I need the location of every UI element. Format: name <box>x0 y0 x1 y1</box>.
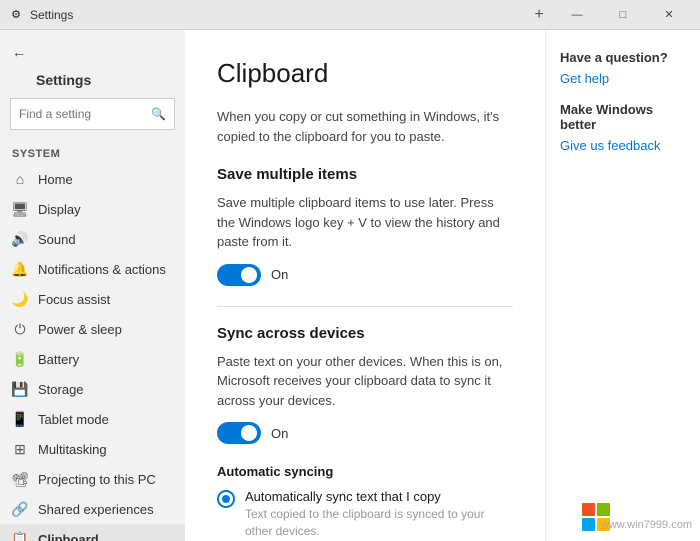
auto-sync-label: Automatic syncing <box>217 464 513 479</box>
get-help-link[interactable]: Get help <box>560 71 686 86</box>
sidebar-item-projecting[interactable]: 📽 Projecting to this PC <box>0 464 185 494</box>
settings-icon: ⚙ <box>8 7 24 23</box>
watermark-site: www.win7999.com <box>601 519 692 531</box>
focus-icon: 🌙 <box>12 291 28 307</box>
radio-label-1: Automatically sync text that I copy <box>245 489 513 504</box>
save-toggle-knob <box>241 267 257 283</box>
sync-heading: Sync across devices <box>217 325 513 342</box>
sidebar-item-label-multitasking: Multitasking <box>38 442 107 457</box>
minimize-button[interactable]: — <box>554 0 600 30</box>
titlebar-title: Settings <box>30 8 73 22</box>
back-icon: ← <box>12 44 26 60</box>
sidebar-item-focus[interactable]: 🌙 Focus assist <box>0 284 185 314</box>
storage-icon: 💾 <box>12 381 28 397</box>
sidebar-section-label: System <box>0 142 185 164</box>
sync-toggle-row: On <box>217 422 513 444</box>
sidebar-item-label-projecting: Projecting to this PC <box>38 472 156 487</box>
maximize-button[interactable]: □ <box>600 0 646 30</box>
sync-description: Paste text on your other devices. When t… <box>217 352 513 411</box>
new-tab-button[interactable]: + <box>524 0 554 30</box>
sidebar-item-label-notifications: Notifications & actions <box>38 262 166 277</box>
sound-icon: 🔊 <box>12 231 28 247</box>
sidebar-item-notifications[interactable]: 🔔 Notifications & actions <box>0 254 185 284</box>
save-toggle-row: On <box>217 264 513 286</box>
projecting-icon: 📽 <box>12 471 28 487</box>
power-icon: ⏻ <box>12 321 28 337</box>
win-tile-blue <box>582 518 595 531</box>
search-icon: 🔍 <box>151 107 166 121</box>
sidebar-item-label-storage: Storage <box>38 382 84 397</box>
sidebar-item-storage[interactable]: 💾 Storage <box>0 374 185 404</box>
home-icon: ⌂ <box>12 171 28 187</box>
sidebar-item-clipboard[interactable]: 📋 Clipboard <box>0 524 185 541</box>
main-content: Clipboard When you copy or cut something… <box>185 30 545 541</box>
sidebar-item-label-focus: Focus assist <box>38 292 110 307</box>
win-tile-red <box>582 503 595 516</box>
sidebar: ← Settings 🔍 System ⌂ Home 🖥 Display 🔊 S… <box>0 30 185 541</box>
sync-toggle-knob <box>241 425 257 441</box>
sidebar-item-label-clipboard: Clipboard <box>38 532 99 541</box>
sidebar-item-label-tablet: Tablet mode <box>38 412 109 427</box>
win-tile-green <box>597 503 610 516</box>
sidebar-item-home[interactable]: ⌂ Home <box>0 164 185 194</box>
sidebar-item-label-power: Power & sleep <box>38 322 122 337</box>
sidebar-item-label-shared: Shared experiences <box>38 502 154 517</box>
page-title: Clipboard <box>217 58 513 89</box>
titlebar: ⚙ Settings + — □ ✕ <box>0 0 700 30</box>
radio-group: Automatically sync text that I copy Text… <box>217 489 513 541</box>
sidebar-item-tablet[interactable]: 📱 Tablet mode <box>0 404 185 434</box>
sidebar-item-battery[interactable]: 🔋 Battery <box>0 344 185 374</box>
right-panel: Have a question? Get help Make Windows b… <box>545 30 700 541</box>
multitasking-icon: ⊞ <box>12 441 28 457</box>
save-toggle[interactable] <box>217 264 261 286</box>
sidebar-item-display[interactable]: 🖥 Display <box>0 194 185 224</box>
titlebar-right: + — □ ✕ <box>524 0 692 30</box>
feedback-link[interactable]: Give us feedback <box>560 138 686 153</box>
sidebar-item-power[interactable]: ⏻ Power & sleep <box>0 314 185 344</box>
sidebar-item-sound[interactable]: 🔊 Sound <box>0 224 185 254</box>
save-heading: Save multiple items <box>217 166 513 183</box>
display-icon: 🖥 <box>12 201 28 217</box>
sync-toggle-label: On <box>271 426 288 441</box>
back-button[interactable]: ← <box>0 36 185 68</box>
sidebar-app-title: Settings <box>0 68 185 98</box>
sync-section: Sync across devices Paste text on your o… <box>217 325 513 541</box>
save-description: Save multiple clipboard items to use lat… <box>217 193 513 252</box>
sidebar-item-label-sound: Sound <box>38 232 76 247</box>
close-button[interactable]: ✕ <box>646 0 692 30</box>
notifications-icon: 🔔 <box>12 261 28 277</box>
sync-toggle[interactable] <box>217 422 261 444</box>
tablet-icon: 📱 <box>12 411 28 427</box>
save-toggle-label: On <box>271 267 288 282</box>
sidebar-item-label-home: Home <box>38 172 73 187</box>
shared-icon: 🔗 <box>12 501 28 517</box>
help-title: Have a question? <box>560 50 686 65</box>
radio-sublabel-1: Text copied to the clipboard is synced t… <box>245 506 513 540</box>
sidebar-item-label-battery: Battery <box>38 352 79 367</box>
radio-circle-1 <box>217 490 235 508</box>
search-input[interactable] <box>19 107 151 121</box>
radio-text-1: Automatically sync text that I copy Text… <box>245 489 513 540</box>
titlebar-left: ⚙ Settings <box>8 7 73 23</box>
watermark: www.win7999.com <box>601 519 692 531</box>
sidebar-item-shared[interactable]: 🔗 Shared experiences <box>0 494 185 524</box>
clipboard-icon: 📋 <box>12 531 28 541</box>
section-divider-1 <box>217 306 513 307</box>
clipboard-intro: When you copy or cut something in Window… <box>217 107 513 146</box>
save-section: Save multiple items Save multiple clipbo… <box>217 166 513 286</box>
sidebar-item-label-display: Display <box>38 202 81 217</box>
search-box[interactable]: 🔍 <box>10 98 175 130</box>
radio-item-1[interactable]: Automatically sync text that I copy Text… <box>217 489 513 540</box>
battery-icon: 🔋 <box>12 351 28 367</box>
feedback-title: Make Windows better <box>560 102 686 132</box>
sidebar-item-multitasking[interactable]: ⊞ Multitasking <box>0 434 185 464</box>
